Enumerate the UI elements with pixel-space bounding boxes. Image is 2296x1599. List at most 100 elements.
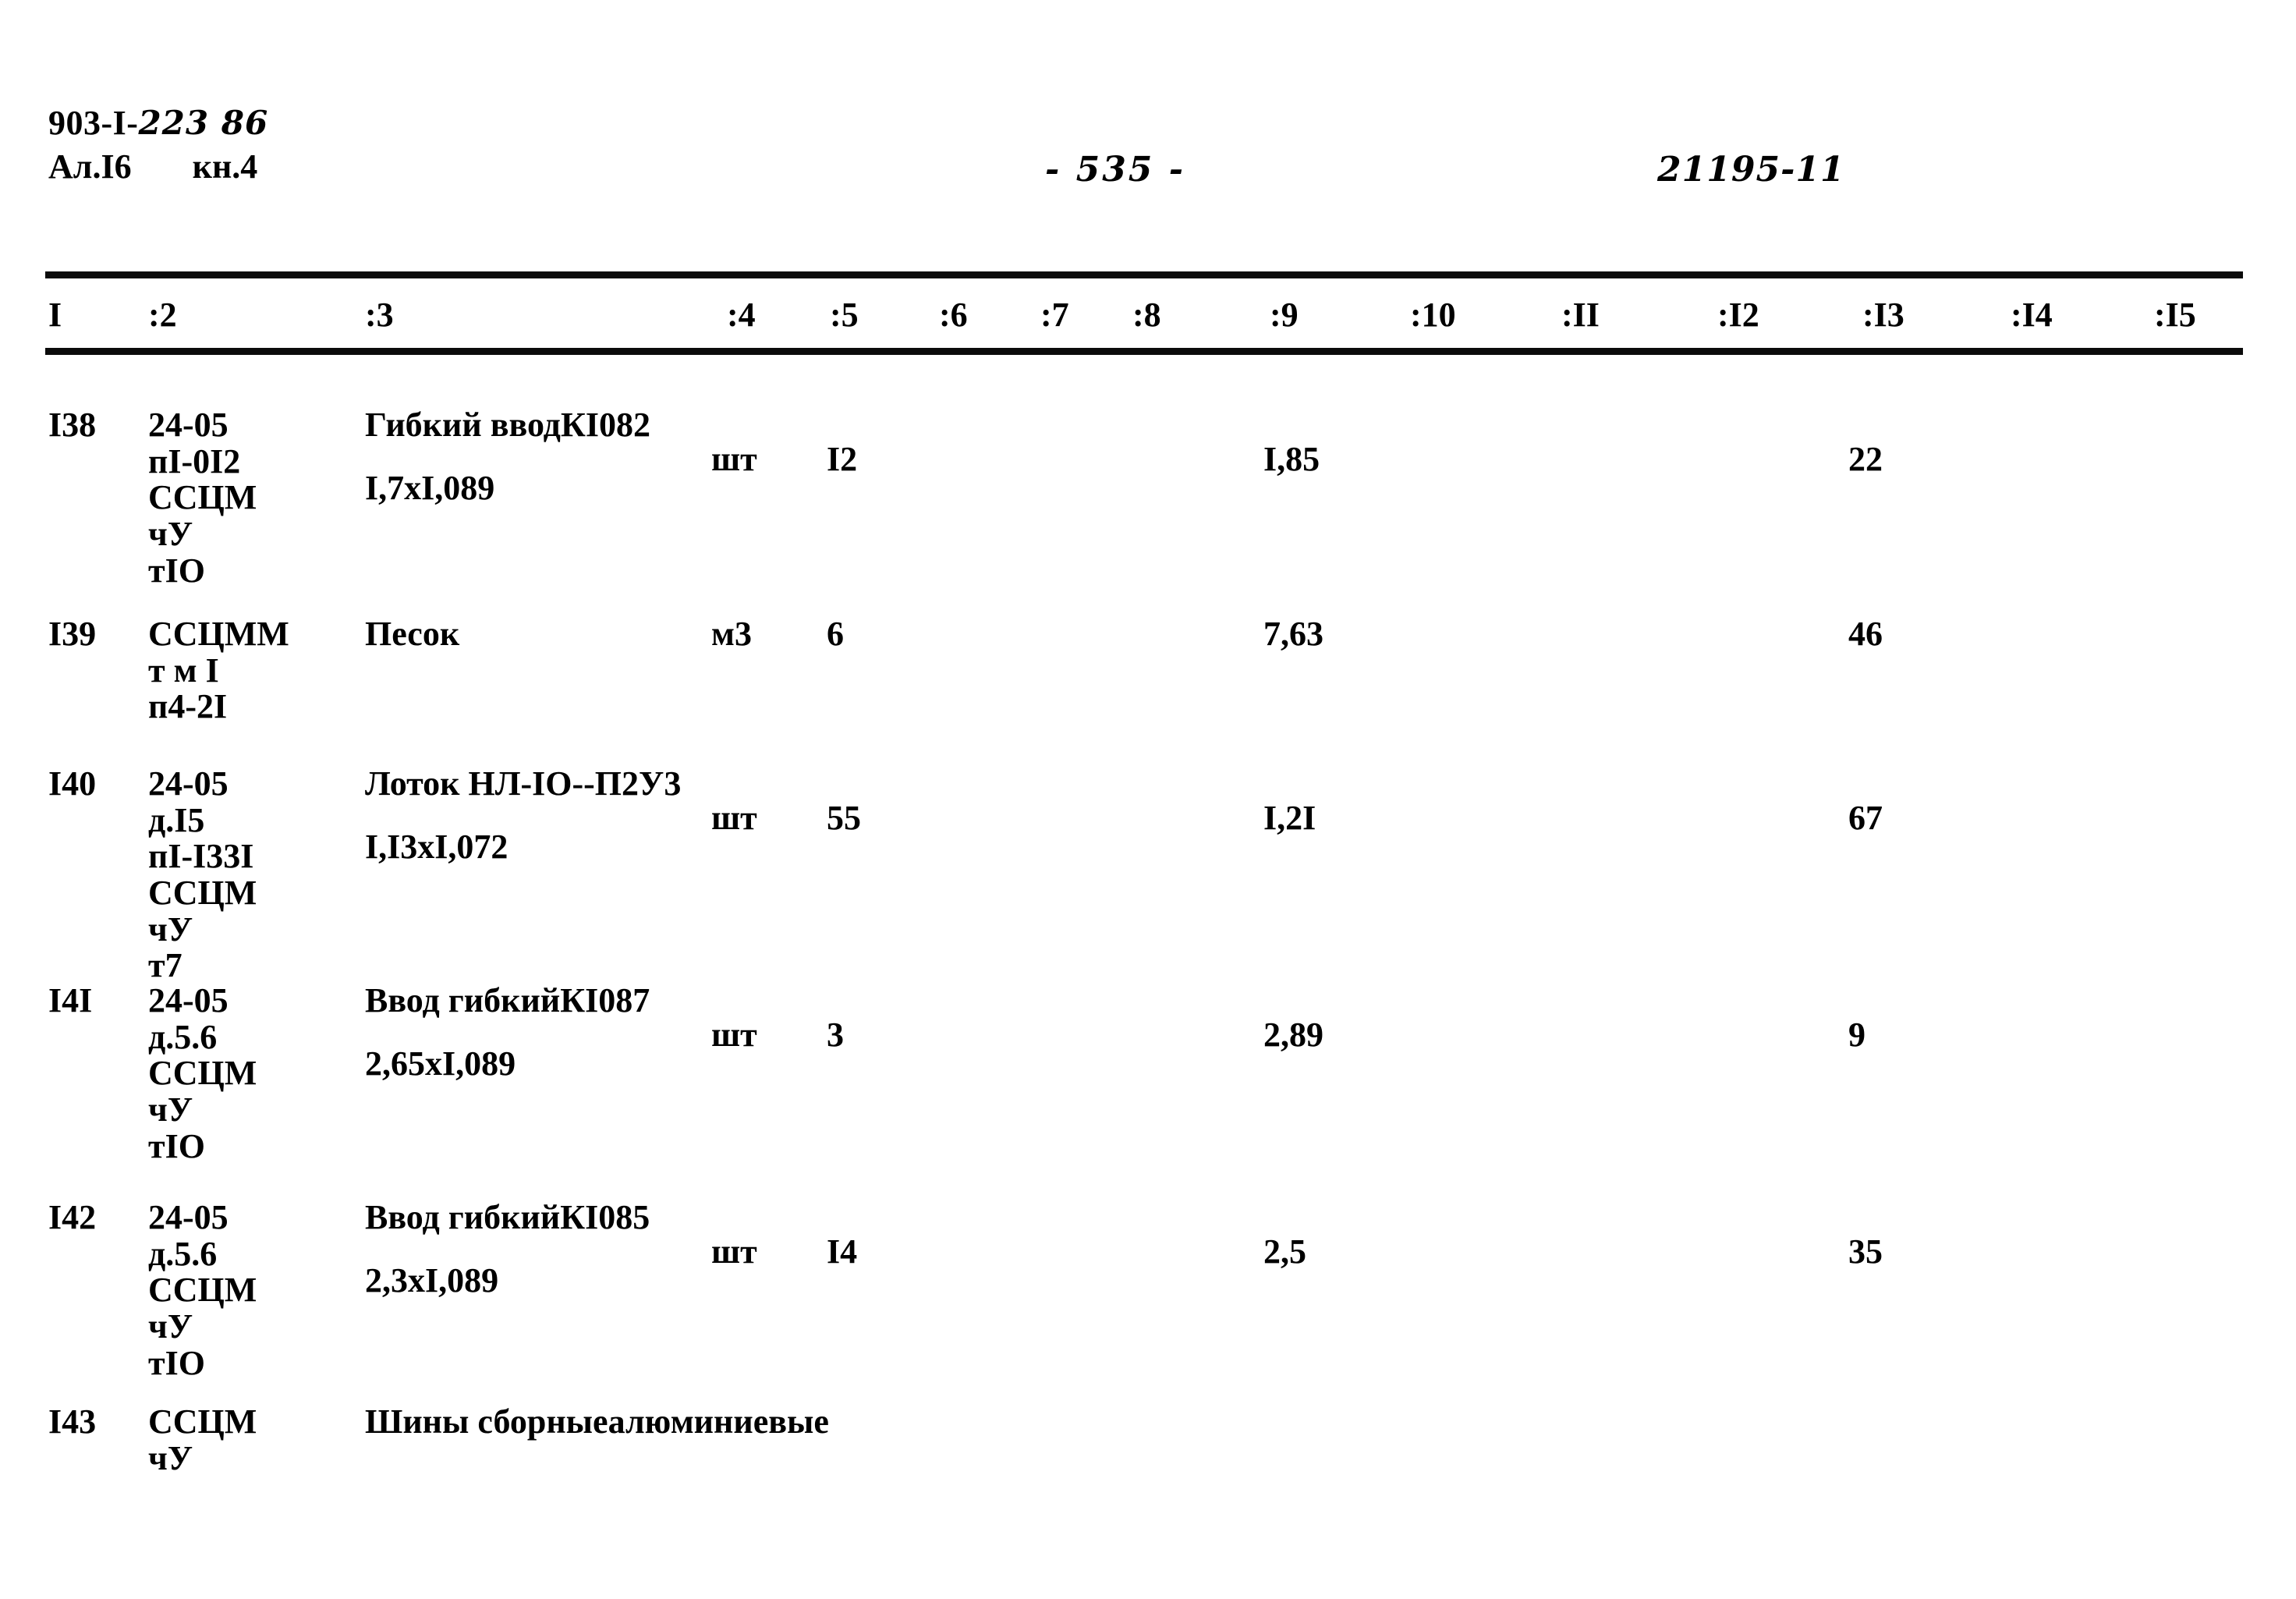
column-header-3: :3	[365, 296, 394, 334]
row-quantity: I2	[827, 440, 858, 478]
document-code-line: 903-I-223 86	[48, 103, 268, 144]
name-spec: 2,3xI,089	[365, 1260, 499, 1299]
code-line: чУ	[148, 909, 193, 948]
code-line: ССЦМ	[148, 478, 257, 517]
column-header-1: I	[48, 296, 62, 334]
code-line: т м I	[148, 651, 219, 690]
name-line-1: Лоток НЛ-IО-	[365, 764, 584, 803]
row-code: ССЦМ чУ	[148, 1402, 257, 1477]
code-line: п4-2I	[148, 687, 228, 726]
code-line: чУ	[148, 514, 193, 553]
row-name: Ввод гибкийКI087 2,65xI,089	[365, 981, 650, 1082]
row-quantity: I4	[827, 1232, 858, 1271]
album-label: Ал.I6	[48, 147, 132, 186]
album-book-line: Ал.I6 кн.4	[48, 147, 268, 187]
column-header-13: :I3	[1862, 296, 1904, 334]
name-line-1: Шины сборные	[365, 1402, 608, 1441]
row-price: 7,63	[1263, 615, 1323, 653]
row-unit: шт	[711, 1016, 757, 1054]
code-line: ССЦММ	[148, 615, 289, 653]
name-line-2: КI082	[560, 406, 650, 444]
row-total: 35	[1848, 1232, 1883, 1271]
code-line: ССЦМ	[148, 1402, 257, 1441]
column-header-9: :9	[1270, 296, 1299, 334]
name-line-1: Песок	[365, 615, 460, 653]
document-header-left: 903-I-223 86 Ал.I6 кн.4	[48, 103, 268, 187]
column-header-6: :6	[939, 296, 968, 334]
row-unit: шт	[711, 1232, 757, 1271]
row-code: 24-05 д.I5 пI-I33I ССЦМ чУ т7	[148, 764, 257, 985]
name-line-2: -П2У3	[583, 764, 682, 803]
book-label: кн.4	[192, 147, 258, 186]
row-number: I39	[48, 615, 97, 653]
code-line: чУ	[148, 1090, 193, 1129]
code-line: д.5.6	[148, 1017, 218, 1056]
document-number: 21195-11	[1657, 150, 1845, 190]
row-total: 67	[1848, 799, 1883, 837]
row-price: 2,89	[1263, 1016, 1323, 1054]
row-number: I4I	[48, 981, 93, 1019]
code-line: тIO	[148, 551, 205, 590]
row-quantity: 6	[827, 615, 844, 653]
column-header-14: :I4	[2011, 296, 2053, 334]
name-line-2: алюминиевые	[608, 1402, 829, 1441]
code-line: чУ	[148, 1438, 193, 1477]
column-header-11: :II	[1561, 296, 1600, 334]
name-line-1: Гибкий ввод	[365, 406, 561, 444]
column-header-8: :8	[1132, 296, 1161, 334]
row-code: 24-05 д.5.6 ССЦМ чУ тIO	[148, 981, 257, 1165]
row-total: 9	[1848, 1016, 1866, 1054]
row-name: Песок	[365, 615, 460, 653]
row-code: ССЦММ т м Iп4-2I	[148, 615, 289, 726]
row-unit: шт	[711, 799, 757, 837]
name-line-2: КI087	[560, 981, 650, 1019]
code-line: т7	[148, 946, 182, 985]
row-name: Лоток НЛ-IО--П2У3 I,I3xI,072	[365, 764, 682, 866]
column-header-4: :4	[727, 296, 756, 334]
row-quantity: 3	[827, 1016, 844, 1054]
table-rule-bottom	[45, 348, 2243, 355]
column-header-2: :2	[148, 296, 177, 334]
code-line: 24-05	[148, 406, 229, 444]
code-line: тIO	[148, 1126, 205, 1165]
row-name: Шины сборныеалюминиевые	[365, 1402, 829, 1441]
row-unit: шт	[711, 440, 757, 478]
row-price: 2,5	[1263, 1232, 1306, 1271]
column-header-7: :7	[1040, 296, 1069, 334]
row-number: I40	[48, 764, 97, 803]
column-header-5: :5	[830, 296, 859, 334]
code-line: тIO	[148, 1343, 205, 1382]
code-line: пI-I33I	[148, 837, 254, 876]
document-code-handwritten: 223 86	[138, 104, 269, 142]
table-rule-top	[45, 271, 2243, 278]
name-line-1: Ввод гибкий	[365, 981, 561, 1019]
row-total: 46	[1848, 615, 1883, 653]
name-spec: I,I3xI,072	[365, 827, 508, 866]
name-spec: I,7xI,089	[365, 468, 495, 507]
row-total: 22	[1848, 440, 1883, 478]
row-price: I,85	[1263, 440, 1320, 478]
code-line: 24-05	[148, 1198, 229, 1236]
code-line: ССЦМ	[148, 873, 257, 912]
code-line: ССЦМ	[148, 1054, 257, 1093]
row-number: I43	[48, 1402, 97, 1441]
row-code: 24-05 д.5.6 ССЦМ чУ тIO	[148, 1198, 257, 1382]
code-line: д.5.6	[148, 1234, 218, 1273]
row-quantity: 55	[827, 799, 861, 837]
row-name: Ввод гибкийКI085 2,3xI,089	[365, 1198, 650, 1299]
code-line: чУ	[148, 1306, 193, 1346]
row-unit: м3	[711, 615, 752, 653]
code-line: ССЦМ	[148, 1271, 257, 1310]
row-price: I,2I	[1263, 799, 1316, 837]
column-header-10: :10	[1410, 296, 1456, 334]
code-line: д.I5	[148, 800, 205, 839]
row-name: Гибкий вводКI082 I,7xI,089	[365, 406, 650, 507]
scanned-page: 903-I-223 86 Ал.I6 кн.4 - 535 - 21195-11 …	[0, 0, 2296, 1599]
row-number: I38	[48, 406, 97, 444]
code-line: 24-05	[148, 764, 229, 803]
row-code: 24-05 пI-0I2 ССЦМ чУ тIO	[148, 406, 257, 590]
column-header-15: :I5	[2154, 296, 2196, 334]
code-line: 24-05	[148, 981, 229, 1019]
code-line: пI-0I2	[148, 441, 241, 480]
name-line-2: КI085	[560, 1198, 650, 1236]
